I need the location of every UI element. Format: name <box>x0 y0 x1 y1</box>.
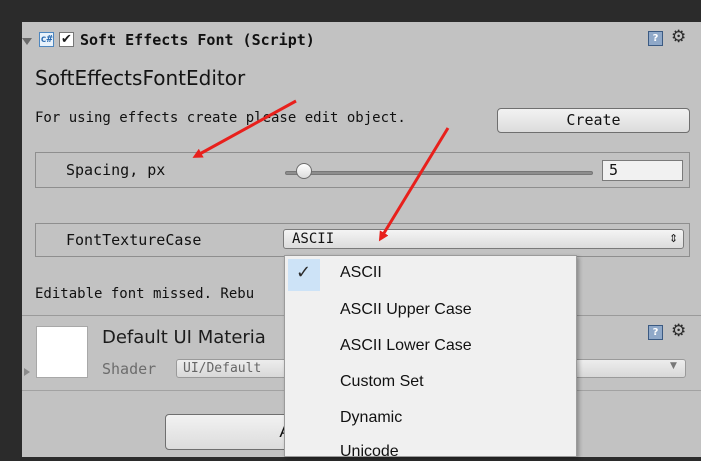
annotation-arrows <box>192 99 450 242</box>
red-arrow-to-font-texture-case <box>378 127 450 242</box>
red-arrow-to-spacing <box>192 99 297 158</box>
